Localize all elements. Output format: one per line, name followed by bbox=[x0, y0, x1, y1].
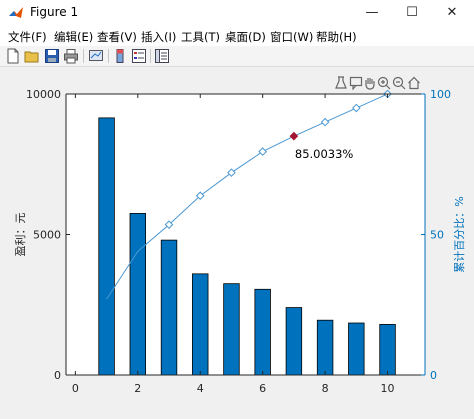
bar bbox=[254, 288, 271, 376]
bar bbox=[160, 239, 178, 376]
y2-tick-label: 50 bbox=[430, 229, 444, 242]
y2-tick-label: 0 bbox=[430, 369, 437, 382]
bar bbox=[316, 319, 334, 376]
bar bbox=[285, 307, 303, 376]
bar bbox=[348, 322, 365, 376]
y-tick-label: 10000 bbox=[26, 88, 61, 101]
y-tick-label: 5000 bbox=[33, 229, 61, 242]
bar bbox=[98, 117, 115, 376]
bar bbox=[223, 283, 240, 376]
x-tick-label: 10 bbox=[381, 382, 395, 395]
x-tick-label: 6 bbox=[259, 382, 266, 395]
y2-axis-label: 累计百分比：% bbox=[453, 196, 466, 272]
highlight-label: 85.0033% bbox=[295, 147, 354, 161]
bar bbox=[192, 273, 209, 376]
x-tick-label: 0 bbox=[72, 382, 79, 395]
bar bbox=[379, 324, 396, 376]
y2-tick-label: 100 bbox=[430, 88, 451, 101]
x-tick-label: 8 bbox=[322, 382, 329, 395]
y-axis-label: 盈利：元 bbox=[14, 213, 27, 257]
y-tick-label: 0 bbox=[54, 369, 61, 382]
plot-area bbox=[66, 94, 425, 375]
bar bbox=[129, 213, 147, 376]
x-tick-label: 2 bbox=[134, 382, 141, 395]
pareto-chart: 85.0033%0 2 4 6 8 100500010000050100盈利：元 累计百分比… bbox=[14, 88, 466, 395]
x-tick-label: 4 bbox=[197, 382, 204, 395]
